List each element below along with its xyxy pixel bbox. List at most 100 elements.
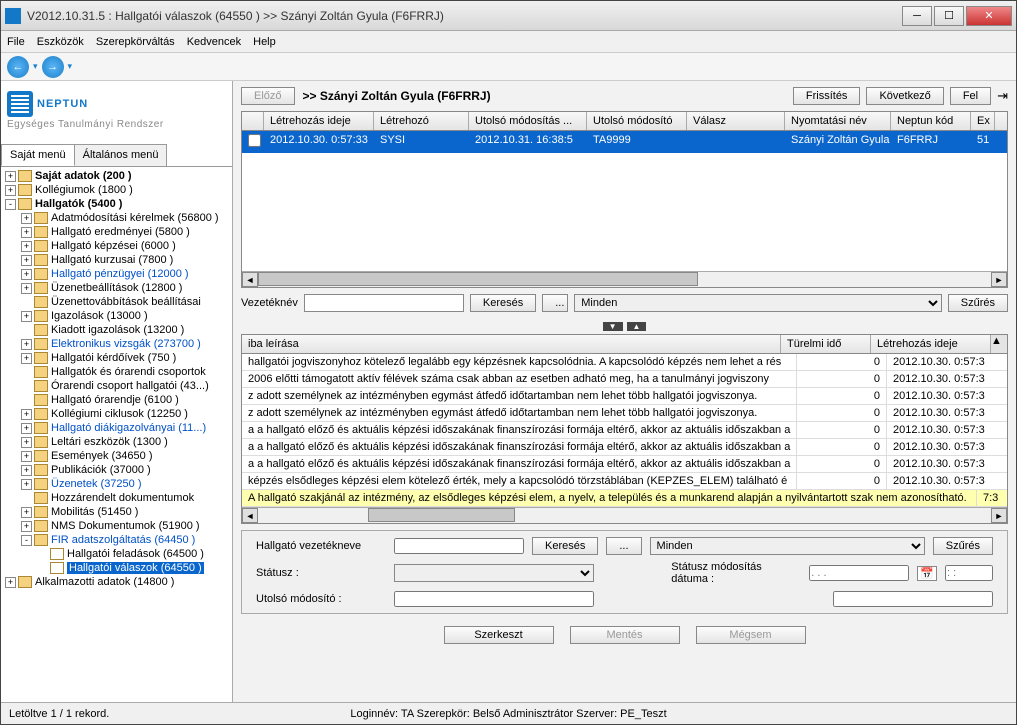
tree-item[interactable]: +Saját adatok (200 )	[1, 169, 232, 183]
expand-icon[interactable]: +	[21, 269, 32, 280]
tree-item[interactable]: +Leltári eszközök (1300 )	[1, 435, 232, 449]
tree-item[interactable]: +Kollégiumok (1800 )	[1, 183, 232, 197]
filter-button[interactable]: Szűrés	[948, 294, 1008, 312]
menu-file[interactable]: File	[7, 36, 25, 48]
col-modified-time[interactable]: Utolsó módosítás ...	[469, 112, 587, 130]
search-combo[interactable]: Minden	[574, 294, 942, 312]
last-mod-input[interactable]	[394, 591, 594, 607]
expand-icon[interactable]: +	[21, 451, 32, 462]
edit-button[interactable]: Szerkeszt	[444, 626, 554, 644]
expand-icon[interactable]: +	[21, 311, 32, 322]
expand-icon[interactable]: +	[21, 213, 32, 224]
scroll-left-icon[interactable]: ◄	[242, 508, 258, 523]
col-created-time[interactable]: Létrehozás ideje	[264, 112, 374, 130]
close-button[interactable]: ✕	[966, 6, 1012, 26]
menu-tools[interactable]: Eszközök	[37, 36, 84, 48]
expand-icon[interactable]: +	[5, 185, 16, 196]
search-input[interactable]	[304, 294, 464, 312]
expand-icon[interactable]: +	[21, 241, 32, 252]
save-button[interactable]: Mentés	[570, 626, 680, 644]
expand-icon[interactable]: +	[21, 353, 32, 364]
error-row[interactable]: képzés elsődleges képzési elem kötelező …	[242, 473, 1007, 490]
maximize-button[interactable]: ☐	[934, 6, 964, 26]
menu-help[interactable]: Help	[253, 36, 276, 48]
collapse-divider[interactable]: ▼▲	[233, 318, 1016, 334]
prev-button[interactable]: Előző	[241, 87, 295, 105]
tree-item[interactable]: +Üzenetek (37250 )	[1, 477, 232, 491]
tree-item[interactable]: +NMS Dokumentumok (51900 )	[1, 519, 232, 533]
status-date-input[interactable]	[809, 565, 909, 581]
tree-item[interactable]: Hallgatói feladások (64500 )	[1, 547, 232, 561]
tree-item[interactable]: Hozzárendelt dokumentumok	[1, 491, 232, 505]
tree-item[interactable]: +Publikációk (37000 )	[1, 463, 232, 477]
tree-item[interactable]: +Alkalmazotti adatok (14800 )	[1, 575, 232, 589]
menu-favorites[interactable]: Kedvencek	[187, 36, 241, 48]
form-more-button[interactable]: ...	[606, 537, 641, 555]
collapse-icon[interactable]: -	[21, 535, 32, 546]
nav-forward-button[interactable]: →	[42, 56, 64, 78]
col-error-desc[interactable]: iba leírása	[242, 335, 781, 353]
col-answer[interactable]: Válasz	[687, 112, 785, 130]
expand-icon[interactable]: +	[21, 255, 32, 266]
tree-item[interactable]: +Elektronikus vizsgák (273700 )	[1, 337, 232, 351]
tree-item[interactable]: +Hallgató kurzusai (7800 )	[1, 253, 232, 267]
form-search-input[interactable]	[394, 538, 524, 554]
grid-row[interactable]: 2012.10.30. 0:57:33 SYSI 2012.10.31. 16:…	[242, 131, 1007, 153]
tree-item[interactable]: Kiadott igazolások (13200 )	[1, 323, 232, 337]
col-checkbox[interactable]	[242, 112, 264, 130]
row-checkbox[interactable]	[248, 134, 261, 147]
error-row[interactable]: z adott személynek az intézményben egymá…	[242, 388, 1007, 405]
col-created[interactable]: Létrehozás ideje	[871, 335, 991, 353]
calendar-icon[interactable]: 📅	[917, 566, 937, 581]
col-grace[interactable]: Türelmi idő	[781, 335, 871, 353]
col-modified-by[interactable]: Utolsó módosító	[587, 112, 687, 130]
grid-h-scroll[interactable]: ◄ ►	[242, 271, 1007, 287]
tab-own-menu[interactable]: Saját menü	[1, 144, 75, 166]
status-time-input[interactable]	[945, 565, 993, 581]
scroll-left-icon[interactable]: ◄	[242, 272, 258, 287]
pin-icon[interactable]: ⇥	[997, 88, 1008, 104]
expand-icon[interactable]: +	[21, 521, 32, 532]
error-grid[interactable]: iba leírása Türelmi idő Létrehozás ideje…	[241, 334, 1008, 524]
tree-item[interactable]: +Üzenetbeállítások (12800 )	[1, 281, 232, 295]
col-neptun-code[interactable]: Neptun kód	[891, 112, 971, 130]
error-row[interactable]: a a hallgató előző és aktuális képzési i…	[242, 456, 1007, 473]
scroll-right-icon[interactable]: ►	[991, 508, 1007, 523]
nav-back-dropdown[interactable]: ▾	[33, 61, 38, 72]
up-button[interactable]: Fel	[950, 87, 991, 105]
refresh-button[interactable]: Frissítés	[793, 87, 861, 105]
expand-icon[interactable]: +	[21, 409, 32, 420]
col-scroll[interactable]: ▲	[991, 335, 1007, 353]
error-row-highlighted[interactable]: A hallgató szakjánál az intézmény, az el…	[242, 490, 1007, 507]
expand-icon[interactable]: +	[5, 577, 16, 588]
search-more-button[interactable]: ...	[542, 294, 568, 312]
tree-item[interactable]: +Adatmódosítási kérelmek (56800 )	[1, 211, 232, 225]
tree-item[interactable]: +Hallgató pénzügyei (12000 )	[1, 267, 232, 281]
expand-icon[interactable]: +	[21, 227, 32, 238]
tree-item[interactable]: +Események (34650 )	[1, 449, 232, 463]
tree-item[interactable]: Hallgatói válaszok (64550 )	[1, 561, 232, 575]
tree-item[interactable]: +Hallgatói kérdőívek (750 )	[1, 351, 232, 365]
tree-item[interactable]: +Kollégiumi ciklusok (12250 )	[1, 407, 232, 421]
nav-forward-dropdown[interactable]: ▾	[68, 61, 73, 72]
tree-item[interactable]: Hallgató órarendje (6100 )	[1, 393, 232, 407]
tree-item[interactable]: +Hallgató diákigazolványai (11...)	[1, 421, 232, 435]
next-button[interactable]: Következő	[866, 87, 943, 105]
tree-view[interactable]: +Saját adatok (200 )+Kollégiumok (1800 )…	[1, 167, 232, 702]
form-combo[interactable]: Minden	[650, 537, 925, 555]
last-mod-extra-input[interactable]	[833, 591, 993, 607]
tree-item[interactable]: -FIR adatszolgáltatás (64450 )	[1, 533, 232, 547]
error-row[interactable]: hallgatói jogviszonyhoz kötelező legaláb…	[242, 354, 1007, 371]
error-h-scroll[interactable]: ◄ ►	[242, 507, 1007, 523]
status-combo[interactable]	[394, 564, 594, 582]
tree-item[interactable]: +Hallgató képzései (6000 )	[1, 239, 232, 253]
col-print-name[interactable]: Nyomtatási név	[785, 112, 891, 130]
expand-icon[interactable]: +	[21, 465, 32, 476]
expand-icon[interactable]: +	[21, 507, 32, 518]
expand-icon[interactable]: +	[21, 437, 32, 448]
form-search-button[interactable]: Keresés	[532, 537, 598, 555]
tree-item[interactable]: Hallgatók és órarendi csoportok	[1, 365, 232, 379]
collapse-icon[interactable]: -	[5, 199, 16, 210]
minimize-button[interactable]: ─	[902, 6, 932, 26]
main-grid[interactable]: Létrehozás ideje Létrehozó Utolsó módosí…	[241, 111, 1008, 288]
